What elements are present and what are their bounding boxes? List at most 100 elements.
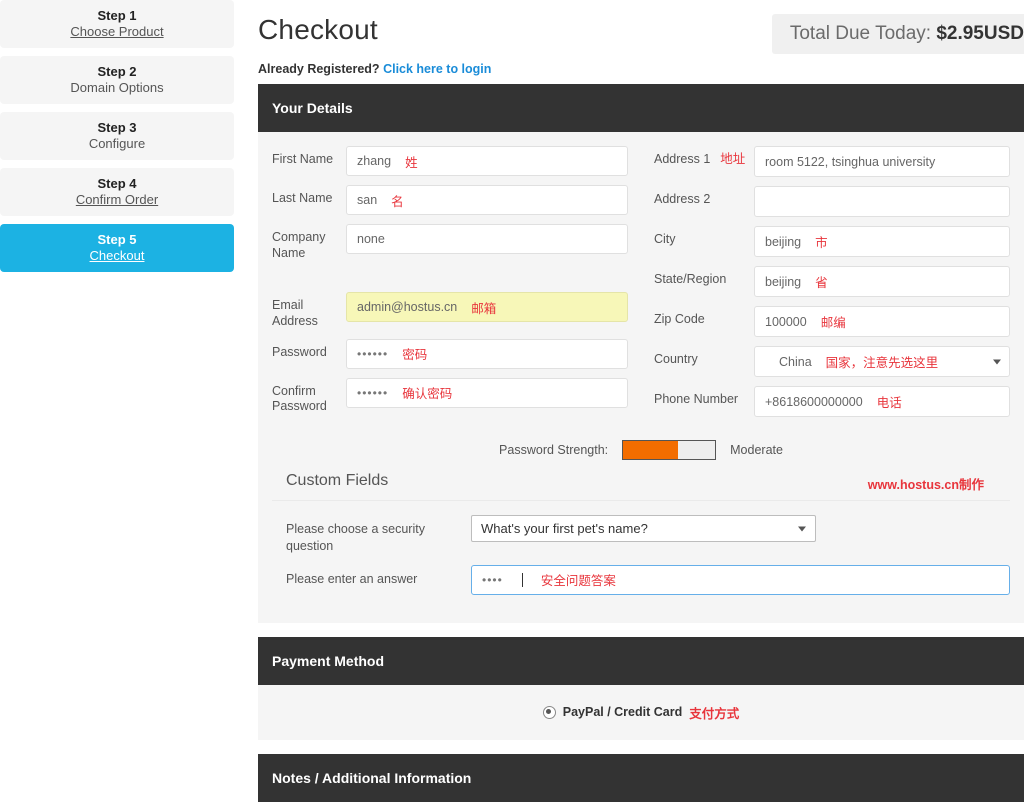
- confirm-password-input[interactable]: •••••• 确认密码: [346, 377, 628, 408]
- confirm-password-value: ••••••: [357, 385, 389, 400]
- first-name-label: First Name: [272, 152, 334, 166]
- address1-value: room 5122, tsinghua university: [765, 154, 936, 169]
- payment-option-annotation: 支付方式: [689, 706, 740, 721]
- password-annotation: 密码: [402, 348, 428, 362]
- city-label: City: [654, 232, 676, 246]
- first-name-value: zhang: [357, 154, 392, 168]
- sidebar-step-2[interactable]: Step 2 Domain Options: [0, 56, 234, 104]
- text-cursor: [521, 572, 523, 587]
- sidebar-step-1[interactable]: Step 1 Choose Product: [0, 0, 234, 48]
- step-name: Choose Product: [70, 24, 164, 39]
- field-security-answer: Please enter an answer •••• 安全问题答案: [272, 564, 1010, 595]
- field-city: City beijing 市: [654, 226, 1010, 257]
- step-number: Step 2: [97, 63, 137, 79]
- step-name: Confirm Order: [75, 192, 159, 207]
- password-strength-row: Password Strength: Moderate: [272, 440, 1010, 460]
- state-value: beijing: [765, 274, 802, 289]
- field-address-1: Address 1 地址 room 5122, tsinghua universi…: [654, 146, 1010, 177]
- your-details-heading: Your Details: [258, 84, 1024, 132]
- zip-input[interactable]: 100000 邮编: [754, 306, 1010, 337]
- password-strength-level: Moderate: [730, 443, 783, 457]
- field-address-2: Address 2: [654, 186, 1010, 217]
- state-label: State/Region: [654, 272, 727, 286]
- sidebar-step-5-active[interactable]: Step 5 Checkout: [0, 224, 234, 272]
- sidebar-step-4[interactable]: Step 4 Confirm Order: [0, 168, 234, 216]
- password-strength-fill: [623, 441, 679, 459]
- state-annotation: 省: [815, 276, 828, 290]
- field-zip-code: Zip Code 100000 邮编: [654, 306, 1010, 337]
- password-label: Password: [272, 344, 327, 359]
- security-question-label: Please choose a security question: [286, 522, 425, 553]
- field-email-address: Email Address admin@hostus.cn 邮箱: [272, 292, 628, 329]
- state-input[interactable]: beijing 省: [754, 266, 1010, 297]
- field-last-name: Last Name san 名: [272, 185, 628, 215]
- email-input[interactable]: admin@hostus.cn 邮箱: [346, 292, 628, 323]
- payment-method-panel: Payment Method PayPal / Credit Card 支付方式: [258, 636, 1024, 740]
- password-input[interactable]: •••••• 密码: [346, 338, 628, 369]
- payment-method-body: PayPal / Credit Card 支付方式: [258, 684, 1024, 740]
- country-label: Country: [654, 352, 698, 366]
- order-steps-sidebar: Step 1 Choose Product Step 2 Domain Opti…: [0, 0, 234, 280]
- personal-details-column: First Name zhang 姓 Last Name san 名 Compa…: [272, 146, 628, 426]
- step-number: Step 4: [97, 175, 137, 191]
- field-password: Password •••••• 密码: [272, 338, 628, 369]
- address1-label: Address 1 地址: [654, 146, 754, 168]
- field-security-question: Please choose a security question What's…: [272, 515, 1010, 555]
- main-content: Checkout Total Due Today: $2.95USD Alrea…: [258, 0, 1024, 802]
- your-details-panel: Your Details First Name zhang 姓 Last Nam…: [258, 84, 1024, 623]
- your-details-body: First Name zhang 姓 Last Name san 名 Compa…: [258, 132, 1024, 623]
- address1-label-text: Address 1: [654, 152, 711, 166]
- security-answer-label: Please enter an answer: [286, 571, 418, 586]
- field-company-name: Company Name none: [272, 224, 628, 261]
- security-answer-input[interactable]: •••• 安全问题答案: [471, 564, 1010, 595]
- phone-label: Phone Number: [654, 392, 739, 406]
- step-name: Configure: [88, 136, 146, 151]
- step-name: Domain Options: [70, 80, 164, 95]
- country-value: China: [779, 354, 812, 369]
- last-name-value: san: [357, 193, 378, 207]
- page-header: Checkout Total Due Today: $2.95USD: [258, 0, 1024, 62]
- country-select[interactable]: China 国家，注意先选这里: [754, 346, 1010, 377]
- sidebar-step-3[interactable]: Step 3 Configure: [0, 112, 234, 160]
- security-question-select[interactable]: What's your first pet's name?: [471, 515, 816, 542]
- first-name-annotation: 姓: [405, 155, 418, 170]
- address2-input[interactable]: [754, 186, 1010, 217]
- company-name-label: Company Name: [272, 230, 326, 260]
- zip-value: 100000: [765, 314, 807, 329]
- confirm-password-annotation: 确认密码: [402, 387, 453, 401]
- field-first-name: First Name zhang 姓: [272, 146, 628, 176]
- country-annotation: 国家，注意先选这里: [825, 356, 939, 370]
- payment-method-heading: Payment Method: [258, 636, 1024, 685]
- custom-fields-divider: [272, 500, 1010, 501]
- last-name-annotation: 名: [391, 194, 404, 209]
- payment-option-paypal[interactable]: PayPal / Credit Card 支付方式: [542, 703, 740, 722]
- company-name-input[interactable]: none: [346, 224, 628, 254]
- password-strength-meter: [622, 440, 717, 460]
- address-details-column: Address 1 地址 room 5122, tsinghua universi…: [654, 146, 1010, 426]
- zip-label: Zip Code: [654, 312, 705, 326]
- site-watermark: www.hostus.cn制作: [867, 478, 984, 492]
- phone-value: +8618600000000: [765, 394, 863, 409]
- step-number: Step 1: [97, 7, 137, 23]
- radio-selected-icon[interactable]: [542, 705, 556, 719]
- city-annotation: 市: [815, 236, 828, 250]
- phone-input[interactable]: +8618600000000 电话: [754, 386, 1010, 417]
- chevron-down-icon: [798, 526, 806, 531]
- address1-input[interactable]: room 5122, tsinghua university: [754, 146, 1010, 177]
- email-value: admin@hostus.cn: [357, 300, 458, 315]
- security-answer-annotation: 安全问题答案: [540, 574, 616, 589]
- security-answer-value: ••••: [482, 572, 503, 587]
- password-value: ••••••: [357, 346, 389, 361]
- city-input[interactable]: beijing 市: [754, 226, 1010, 257]
- first-name-input[interactable]: zhang 姓: [346, 146, 628, 176]
- last-name-input[interactable]: san 名: [346, 185, 628, 215]
- field-phone-number: Phone Number +8618600000000 电话: [654, 386, 1010, 417]
- email-label: Email Address: [272, 298, 318, 328]
- already-registered-text: Already Registered?: [258, 62, 380, 76]
- field-country: Country China 国家，注意先选这里: [654, 346, 1010, 377]
- confirm-password-label: Confirm Password: [272, 383, 327, 414]
- security-question-value: What's your first pet's name?: [481, 521, 648, 536]
- login-link[interactable]: Click here to login: [383, 62, 491, 76]
- address2-label: Address 2: [654, 192, 711, 206]
- company-name-value: none: [357, 232, 385, 246]
